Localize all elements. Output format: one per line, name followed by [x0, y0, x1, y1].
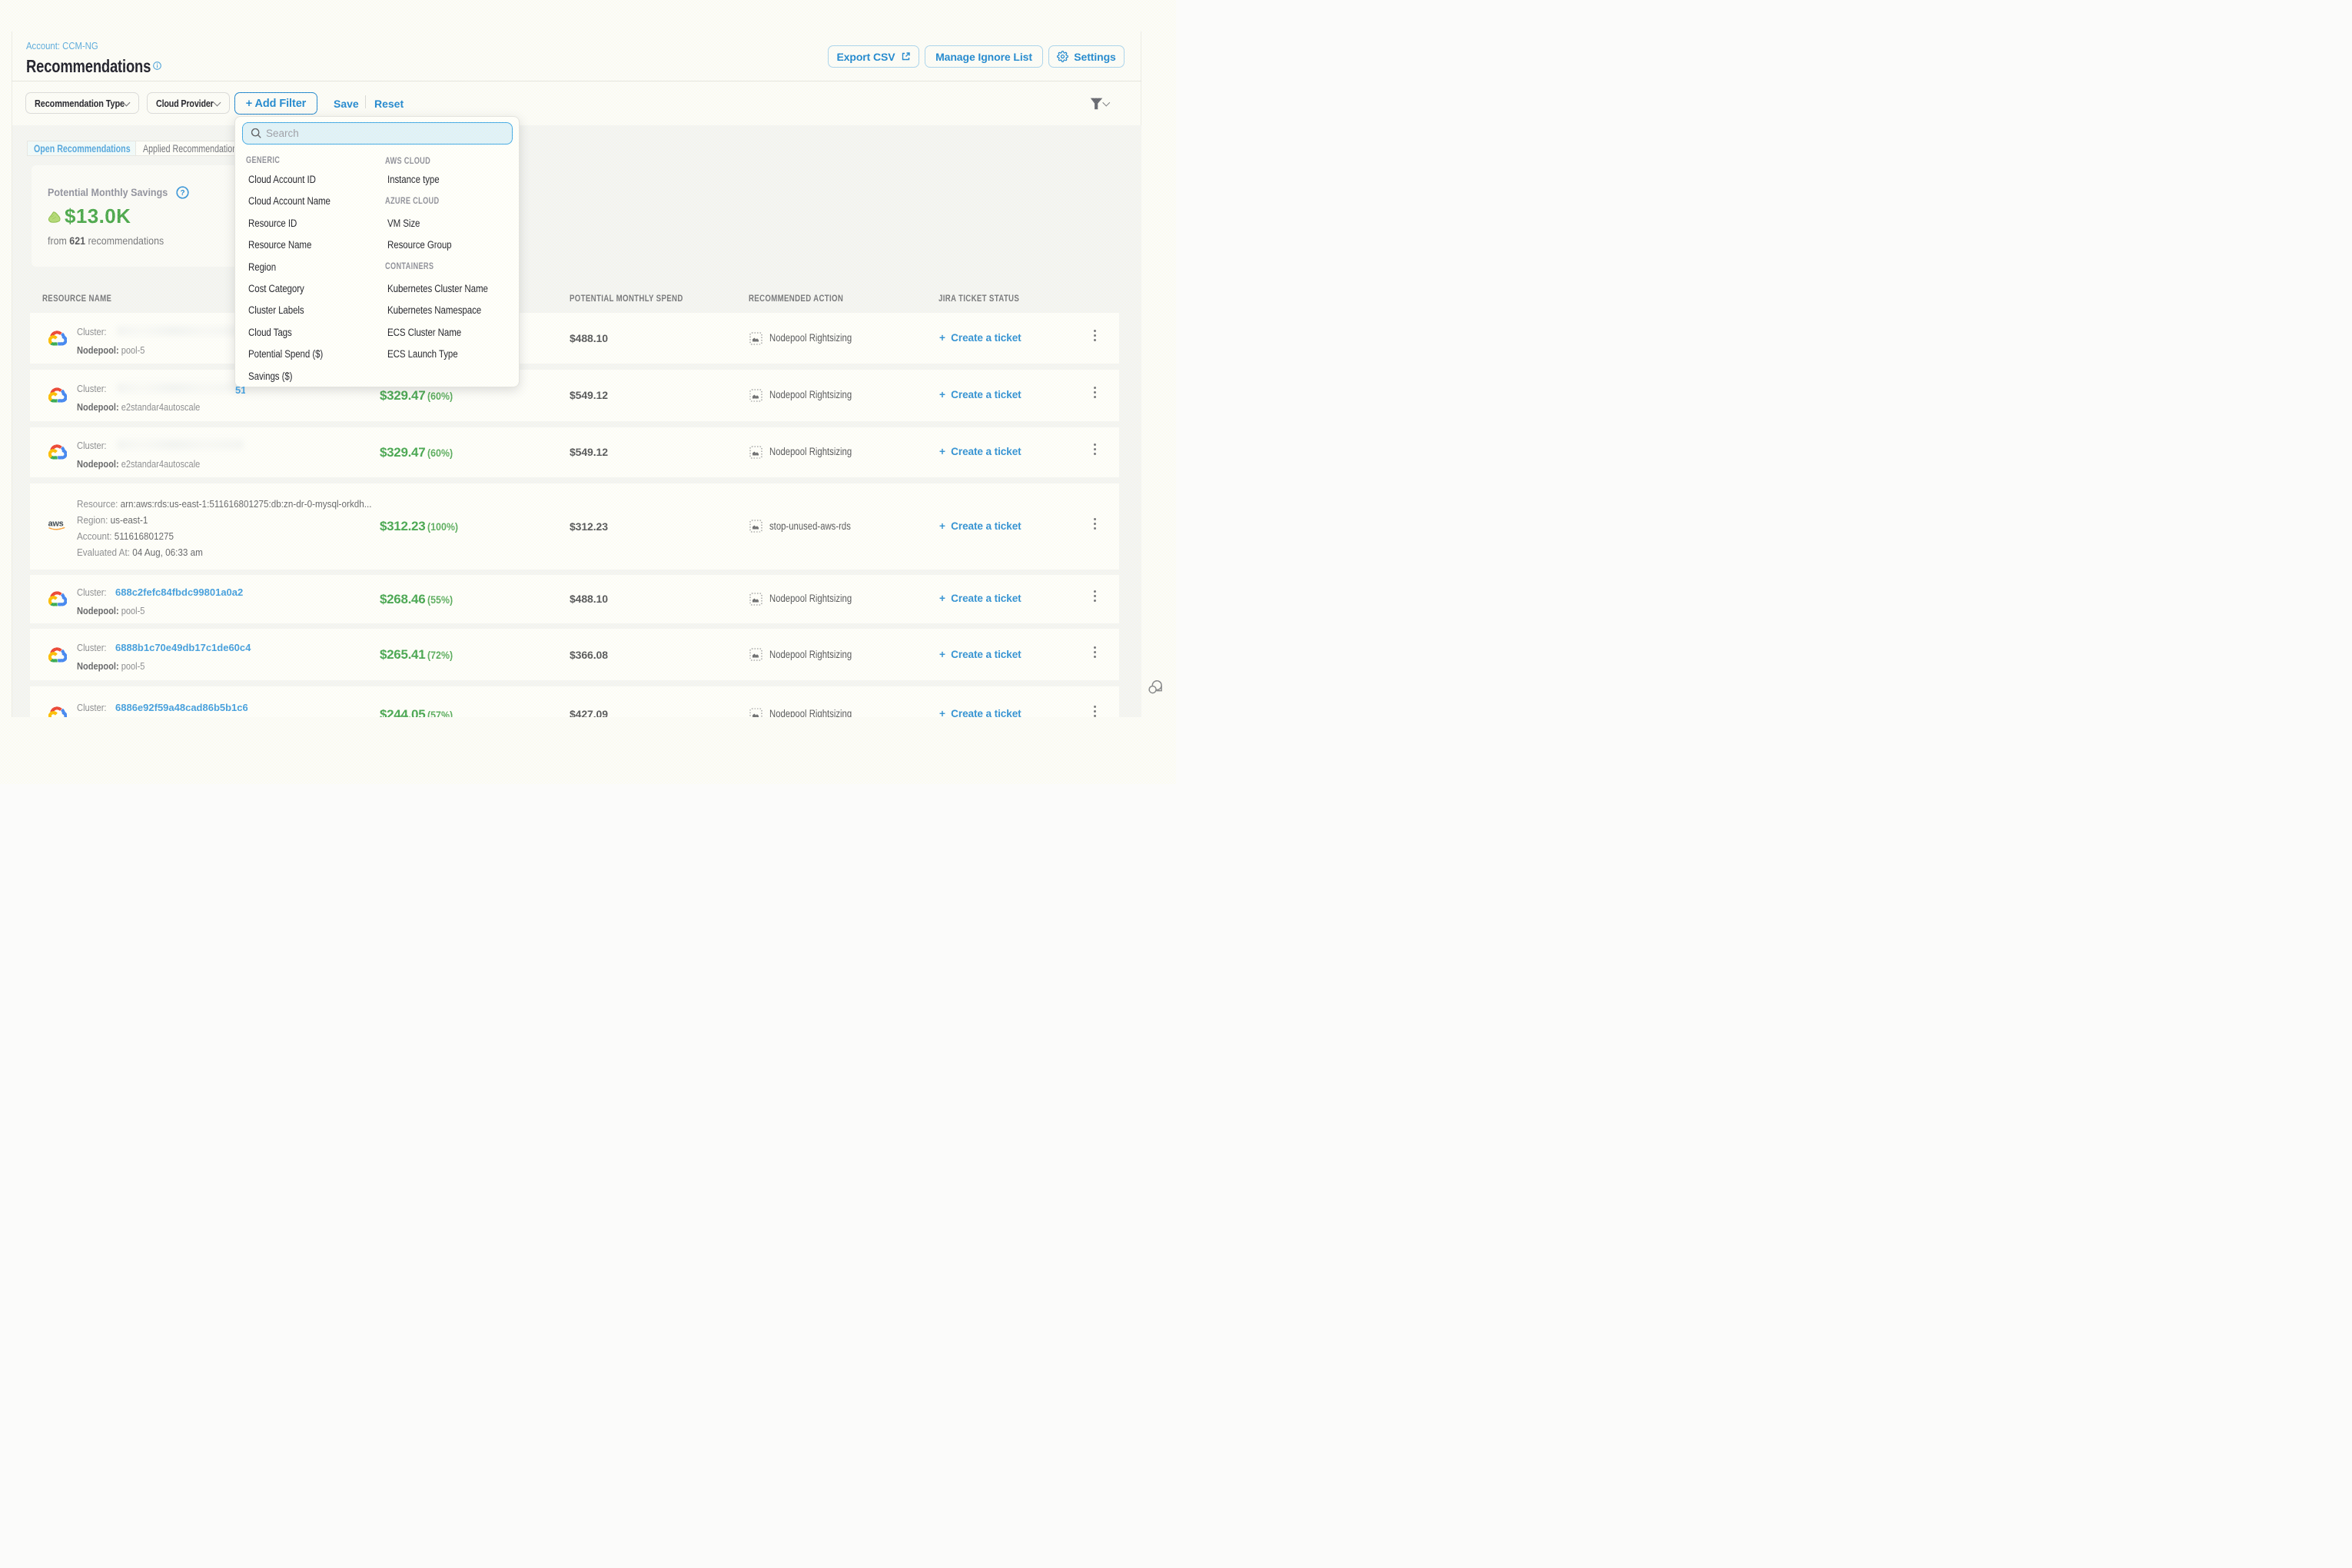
svg-text:aws: aws [48, 519, 64, 528]
